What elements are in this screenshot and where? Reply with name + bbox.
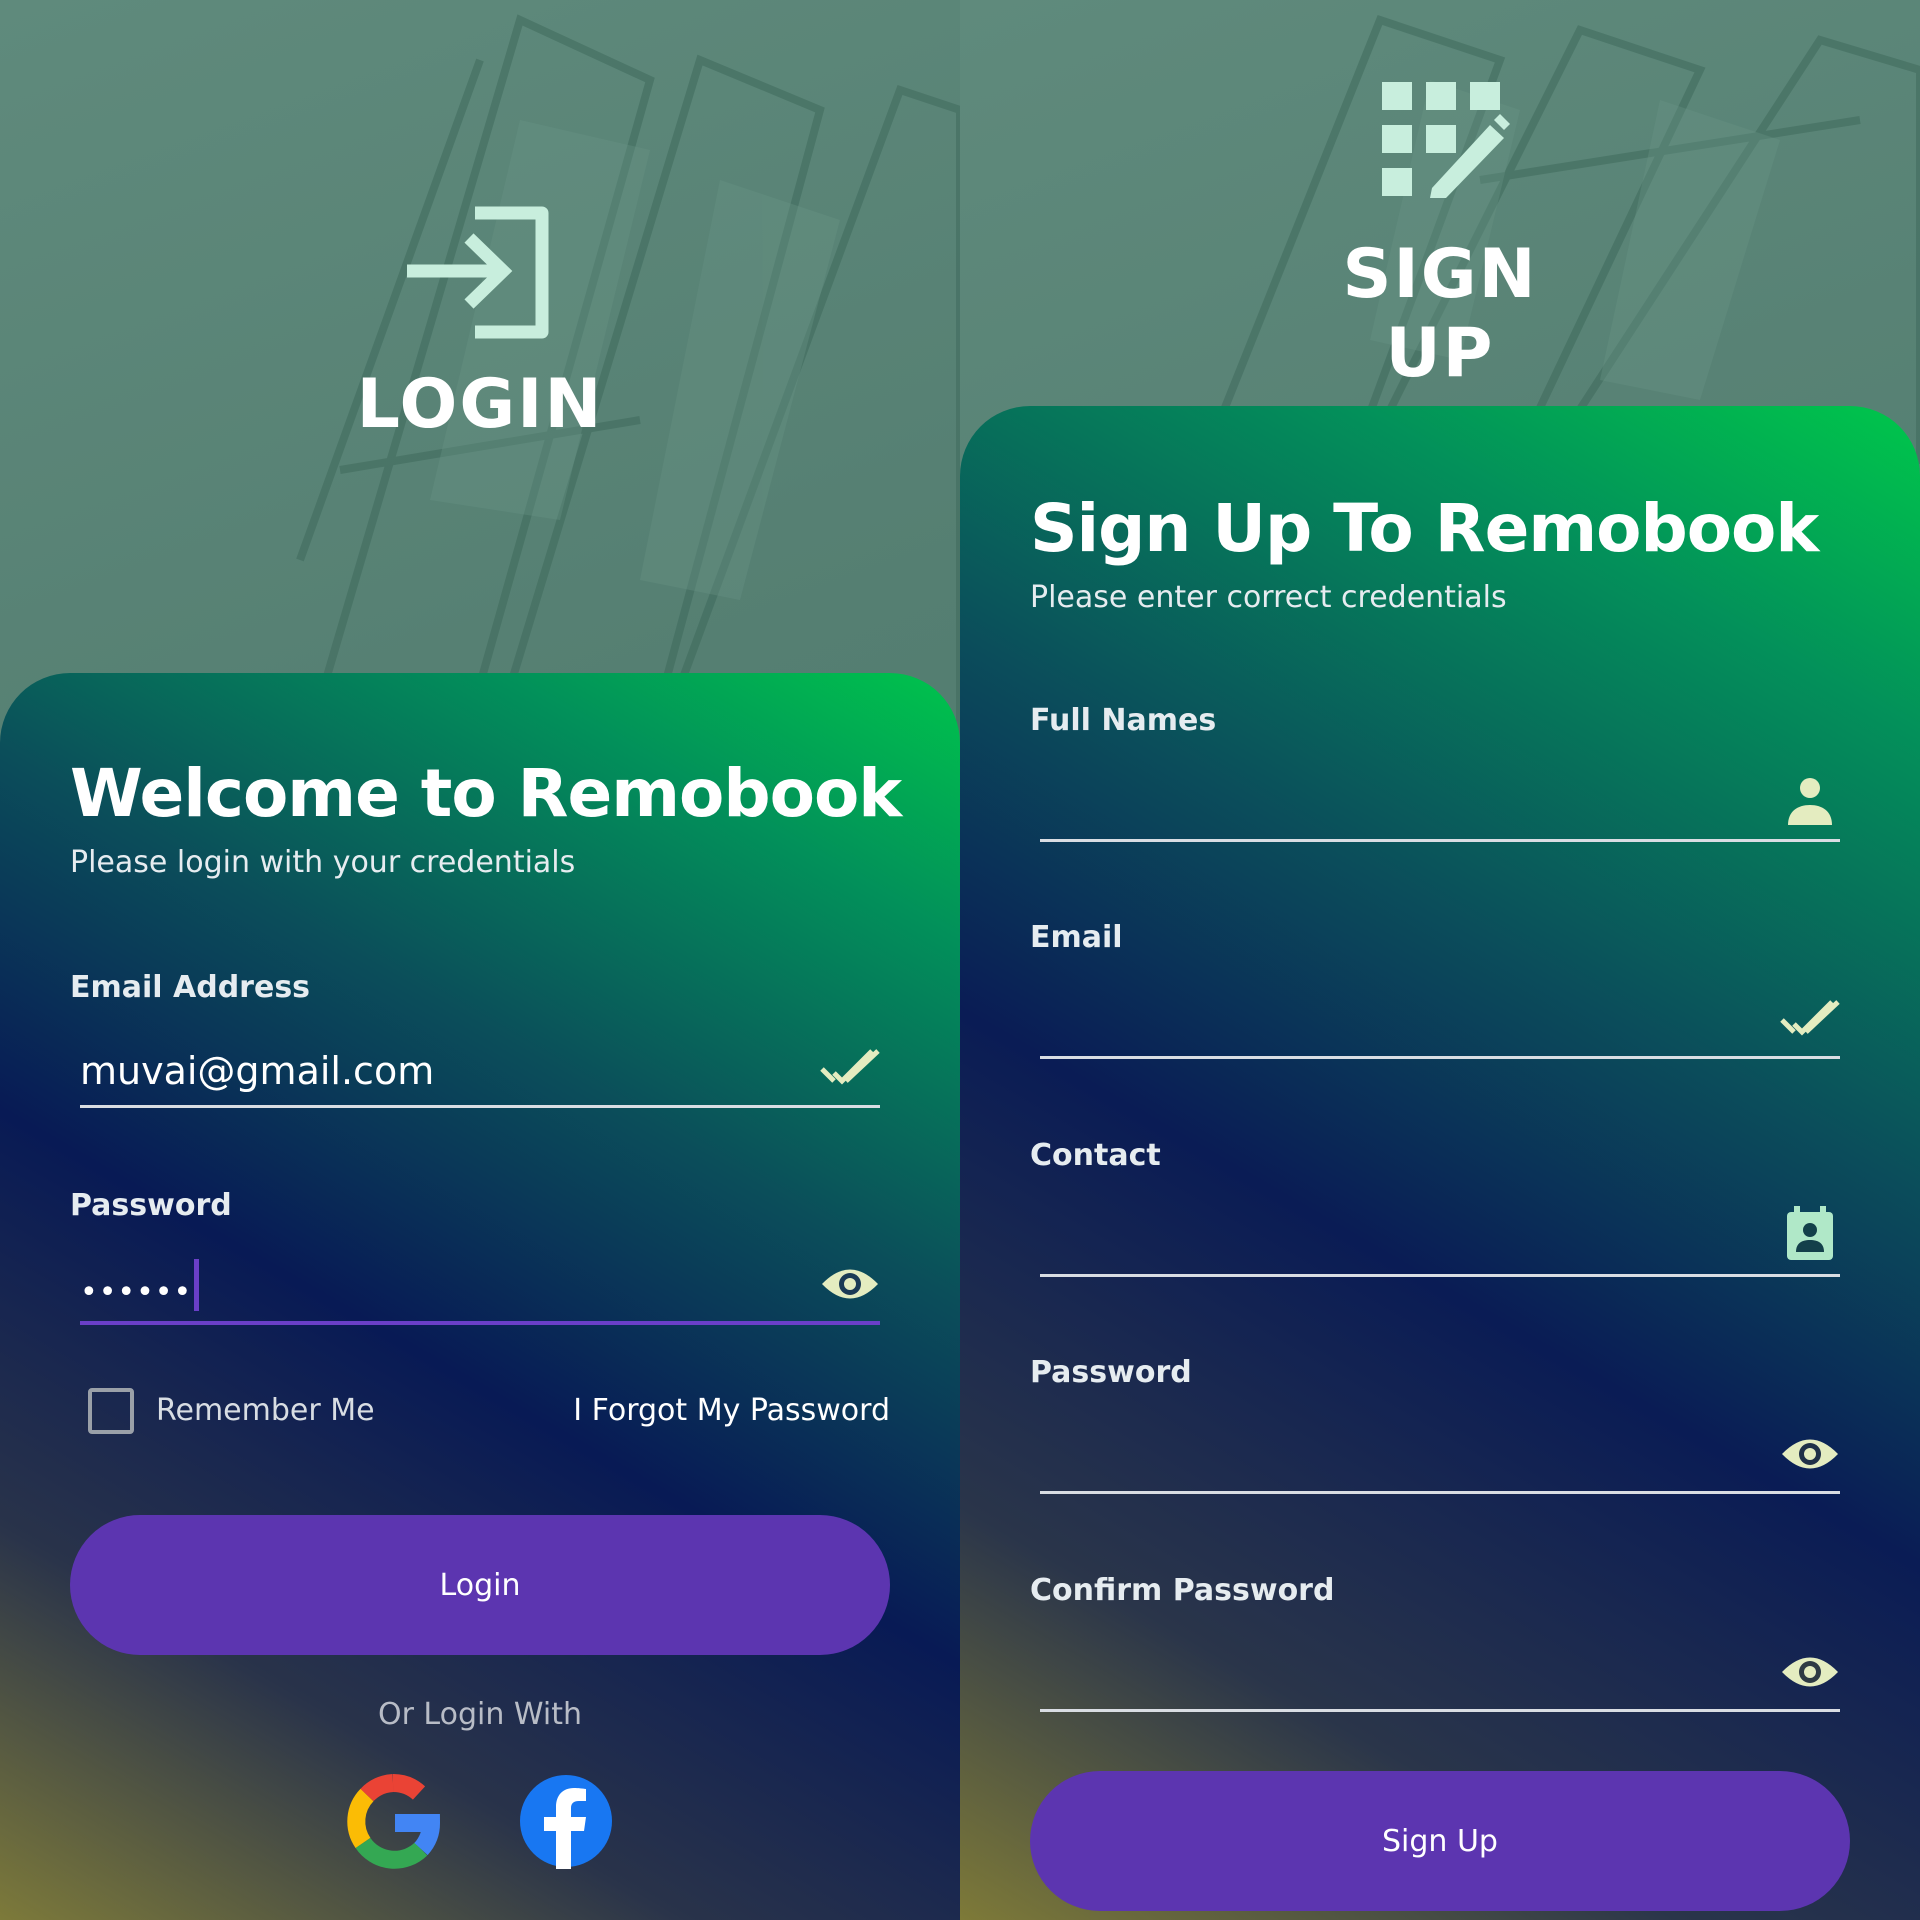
double-check-icon xyxy=(1780,1000,1840,1036)
password-field[interactable]: •••••• xyxy=(80,1255,880,1325)
email-field[interactable] xyxy=(1040,989,1840,1059)
password-label: Password xyxy=(70,1188,232,1223)
signup-button[interactable]: Sign Up xyxy=(1030,1771,1850,1911)
full-names-label: Full Names xyxy=(1030,703,1217,738)
contact-field[interactable] xyxy=(1040,1206,1840,1277)
email-field[interactable]: muvai@gmail.com xyxy=(80,1038,880,1108)
person-icon xyxy=(1788,778,1832,825)
login-screen: LOGIN Welcome to Remobook Please login w… xyxy=(0,0,960,1920)
eye-icon[interactable] xyxy=(1780,1429,1840,1479)
card-title: Welcome to Remobook xyxy=(70,755,902,832)
password-field[interactable] xyxy=(1040,1424,1840,1494)
password-dots: •••••• xyxy=(80,1275,193,1310)
remember-me-label[interactable]: Remember Me xyxy=(156,1393,375,1428)
email-label: Email Address xyxy=(70,970,311,1005)
card-subtitle: Please enter correct credentials xyxy=(1030,580,1507,615)
card-title: Sign Up To Remobook xyxy=(1030,490,1819,567)
text-caret xyxy=(194,1259,200,1311)
password-value: •••••• xyxy=(80,1259,200,1311)
password-label: Password xyxy=(1030,1355,1192,1390)
hero-title: SIGN UP xyxy=(1342,235,1538,393)
confirm-password-field[interactable] xyxy=(1040,1642,1840,1712)
or-login-with-label: Or Login With xyxy=(377,1697,583,1732)
card-subtitle: Please login with your credentials xyxy=(70,845,576,880)
contact-badge-icon xyxy=(1787,1206,1833,1260)
signup-grid-pencil-icon xyxy=(1382,82,1510,198)
full-names-field[interactable] xyxy=(1040,772,1840,842)
facebook-icon[interactable] xyxy=(518,1773,614,1869)
signup-screen: SIGN UP Sign Up To Remobook Please enter… xyxy=(960,0,1920,1920)
remember-me-checkbox[interactable] xyxy=(88,1388,134,1434)
eye-icon[interactable] xyxy=(1780,1647,1840,1697)
login-arrow-icon xyxy=(407,206,549,339)
confirm-password-label: Confirm Password xyxy=(1030,1573,1335,1608)
contact-label: Contact xyxy=(1030,1138,1161,1173)
hero-title: LOGIN xyxy=(356,365,604,444)
email-label: Email xyxy=(1030,920,1123,955)
forgot-password-link[interactable]: I Forgot My Password xyxy=(573,1393,890,1428)
eye-icon[interactable] xyxy=(820,1259,880,1309)
login-button[interactable]: Login xyxy=(70,1515,890,1655)
google-icon[interactable] xyxy=(345,1773,441,1869)
double-check-icon xyxy=(820,1049,880,1085)
email-value: muvai@gmail.com xyxy=(80,1049,435,1093)
